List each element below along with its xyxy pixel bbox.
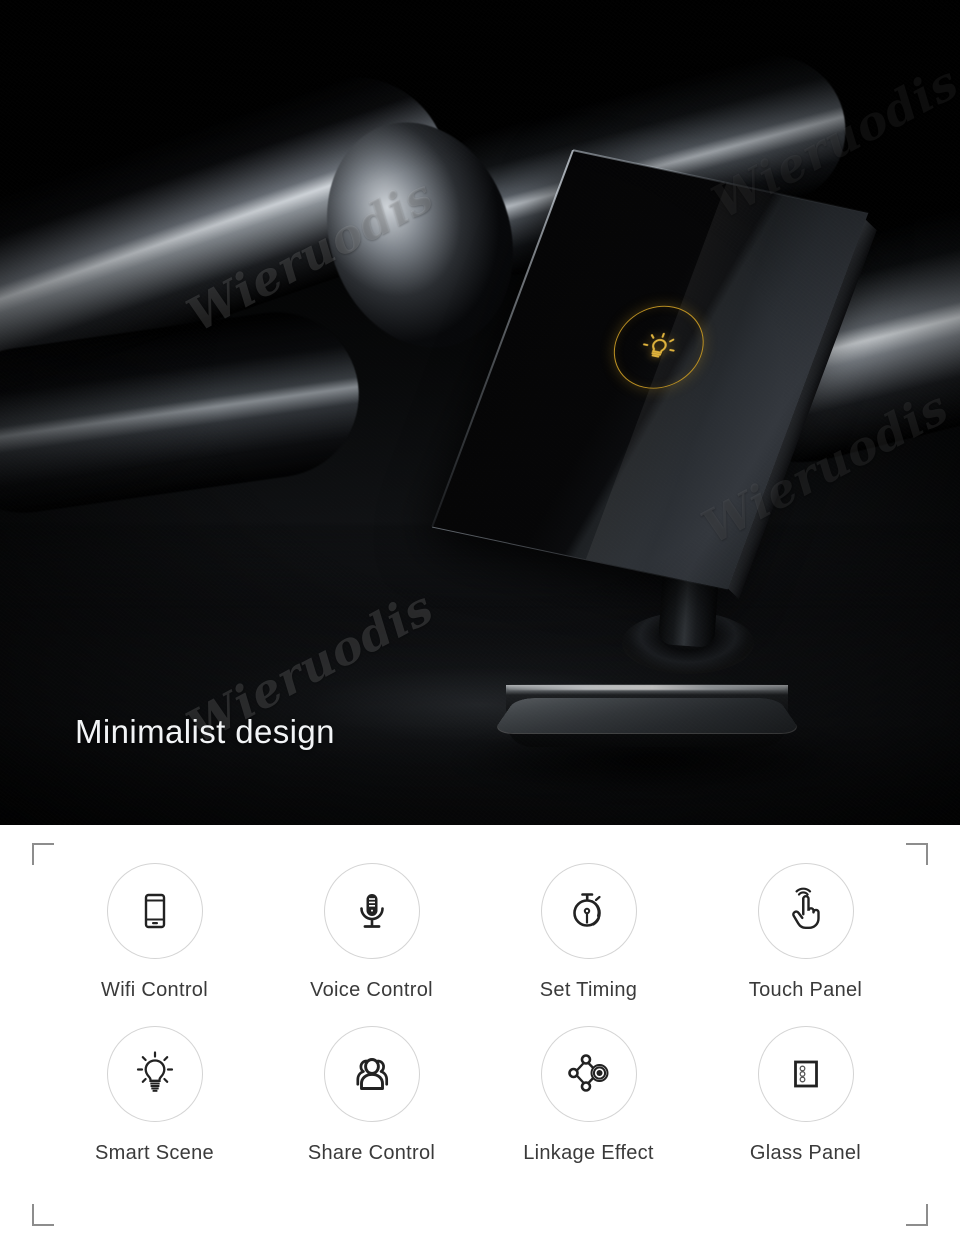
feature-icon-circle: [323, 863, 420, 959]
network-nodes-icon: [567, 1054, 608, 1092]
feature-label: Linkage Effect: [523, 1142, 654, 1164]
light-bulb-icon: [136, 1051, 173, 1092]
corner-bracket-bottom-right: [906, 1204, 928, 1226]
feature-item[interactable]: Set Timing: [480, 863, 697, 1002]
glass-touch-panel[interactable]: [431, 149, 877, 600]
microphone-icon: [359, 894, 384, 928]
stand-base-chamfer: [508, 685, 786, 690]
corner-bracket-bottom-left: [32, 1204, 54, 1226]
corner-bracket-top-right: [906, 843, 928, 865]
feature-label: Touch Panel: [748, 979, 863, 1001]
feature-icon-circle: [323, 1026, 420, 1122]
glass-panel-wrapper: [370, 118, 890, 618]
feature-item[interactable]: Smart Scene: [46, 1026, 263, 1165]
feature-grid-section: Wifi Control Voice Control Set Timing To…: [0, 825, 960, 1248]
feature-label: Set Timing: [539, 979, 638, 1001]
switch-plate-icon: [793, 1060, 818, 1088]
hero-section: Wieruodis Wieruodis Wieruodis Wieruodis …: [0, 0, 960, 825]
feature-item[interactable]: Voice Control: [263, 863, 480, 1002]
feature-item[interactable]: Touch Panel: [697, 863, 914, 1002]
feature-label: Smart Scene: [95, 1142, 214, 1164]
smartphone-icon: [144, 893, 165, 929]
feature-label: Wifi Control: [101, 979, 208, 1001]
people-group-icon: [355, 1058, 388, 1090]
tap-hand-icon: [791, 887, 820, 929]
feature-icon-circle: [540, 863, 637, 959]
panel-face: [431, 149, 869, 591]
feature-item[interactable]: Linkage Effect: [480, 1026, 697, 1165]
product-switch: [0, 0, 960, 825]
feature-icon-circle: [106, 1026, 203, 1122]
stopwatch-icon: [572, 893, 601, 927]
panel-reflection: [585, 182, 786, 572]
feature-icon-circle: [757, 863, 854, 959]
feature-label: Share Control: [307, 1142, 436, 1164]
feature-item[interactable]: Share Control: [263, 1026, 480, 1165]
feature-label: Voice Control: [310, 979, 433, 1001]
panel-bottom-edge-highlight: [431, 526, 728, 591]
panel-left-edge-highlight: [431, 149, 574, 527]
feature-grid: Wifi Control Voice Control Set Timing To…: [46, 863, 914, 1165]
product-marketing-page: Wieruodis Wieruodis Wieruodis Wieruodis …: [0, 0, 960, 1248]
feature-icon-circle: [106, 863, 203, 959]
feature-icon-circle: [757, 1026, 854, 1122]
hero-caption: Minimalist design: [75, 713, 335, 750]
feature-icon-circle-wrap[interactable]: Glass Panel: [697, 1026, 914, 1165]
feature-label: Glass Panel: [749, 1142, 862, 1164]
corner-bracket-top-left: [32, 843, 54, 865]
light-bulb-icon: [642, 332, 675, 358]
feature-icon-circle: [540, 1026, 637, 1122]
feature-item[interactable]: Wifi Control: [46, 863, 263, 1002]
